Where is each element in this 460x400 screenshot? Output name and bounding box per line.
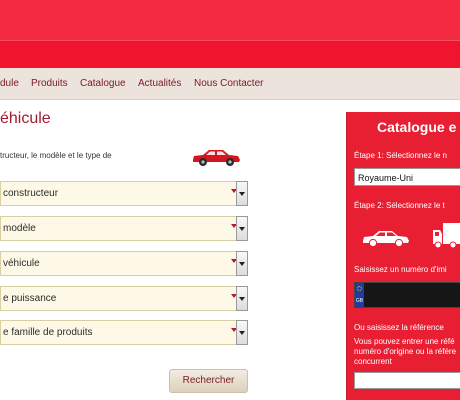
select-manufacturer-value: constructeur — [3, 188, 59, 199]
eu-flag-icon: GB — [355, 283, 364, 307]
dropdown-arrow-button[interactable] — [236, 286, 248, 311]
main-nav: dule Produits Catalogue Actualités Nous … — [0, 68, 460, 100]
truck-type-icon[interactable] — [431, 220, 460, 250]
step1-label: Étape 1: Sélectionnez le n — [354, 151, 447, 160]
select-manufacturer[interactable]: constructeur — [0, 181, 248, 206]
plate-prompt: Saisissez un numéro d'imi — [354, 265, 447, 274]
search-button[interactable]: Rechercher — [169, 369, 248, 393]
header-divider — [0, 40, 460, 41]
header-band — [0, 0, 460, 68]
select-power[interactable]: e puissance — [0, 286, 248, 311]
reference-input[interactable] — [354, 372, 460, 389]
plate-input[interactable]: GB — [354, 282, 460, 308]
page-title: éhicule — [0, 110, 51, 127]
nav-item-catalogue[interactable]: Catalogue — [80, 78, 126, 89]
select-power-value: e puissance — [3, 293, 57, 304]
intro-text: tructeur, le modèle et le type de — [0, 151, 112, 160]
select-product-family[interactable]: e famille de produits — [0, 320, 248, 345]
red-car-icon — [193, 150, 240, 166]
catalogue-panel: Catalogue e Étape 1: Sélectionnez le n R… — [346, 112, 460, 400]
ref-help-line-3: concurrent — [354, 357, 392, 366]
eu-stars-icon — [357, 286, 362, 291]
plate-country-code: GB — [355, 298, 364, 304]
nav-item-actualites[interactable]: Actualités — [138, 78, 181, 89]
header-shine — [0, 0, 460, 40]
nav-item-contact[interactable]: Nous Contacter — [194, 78, 263, 89]
panel-title: Catalogue e — [377, 119, 457, 135]
select-model[interactable]: modèle — [0, 216, 248, 241]
dropdown-arrow-button[interactable] — [236, 181, 248, 206]
country-select[interactable]: Royaume-Uni — [354, 168, 460, 186]
country-select-value: Royaume-Uni — [358, 173, 414, 183]
select-model-value: modèle — [3, 223, 36, 234]
ref-prompt: Ou saisissez la référence — [354, 323, 444, 332]
nav-item-module[interactable]: dule — [0, 78, 19, 89]
nav-item-produits[interactable]: Produits — [31, 78, 68, 89]
step2-label: Étape 2: Sélectionnez le t — [354, 201, 445, 210]
dropdown-arrow-button[interactable] — [236, 216, 248, 241]
ref-help-line-2: numéro d'origine ou la référe — [354, 347, 457, 356]
ref-help-line-1: Vous pouvez entrer une réfé — [354, 337, 455, 346]
select-product-family-value: e famille de produits — [3, 327, 93, 338]
car-type-icon[interactable] — [361, 228, 411, 248]
select-vehicle-value: véhicule — [3, 258, 40, 269]
select-vehicle[interactable]: véhicule — [0, 251, 248, 276]
dropdown-arrow-button[interactable] — [236, 320, 248, 345]
dropdown-arrow-button[interactable] — [236, 251, 248, 276]
